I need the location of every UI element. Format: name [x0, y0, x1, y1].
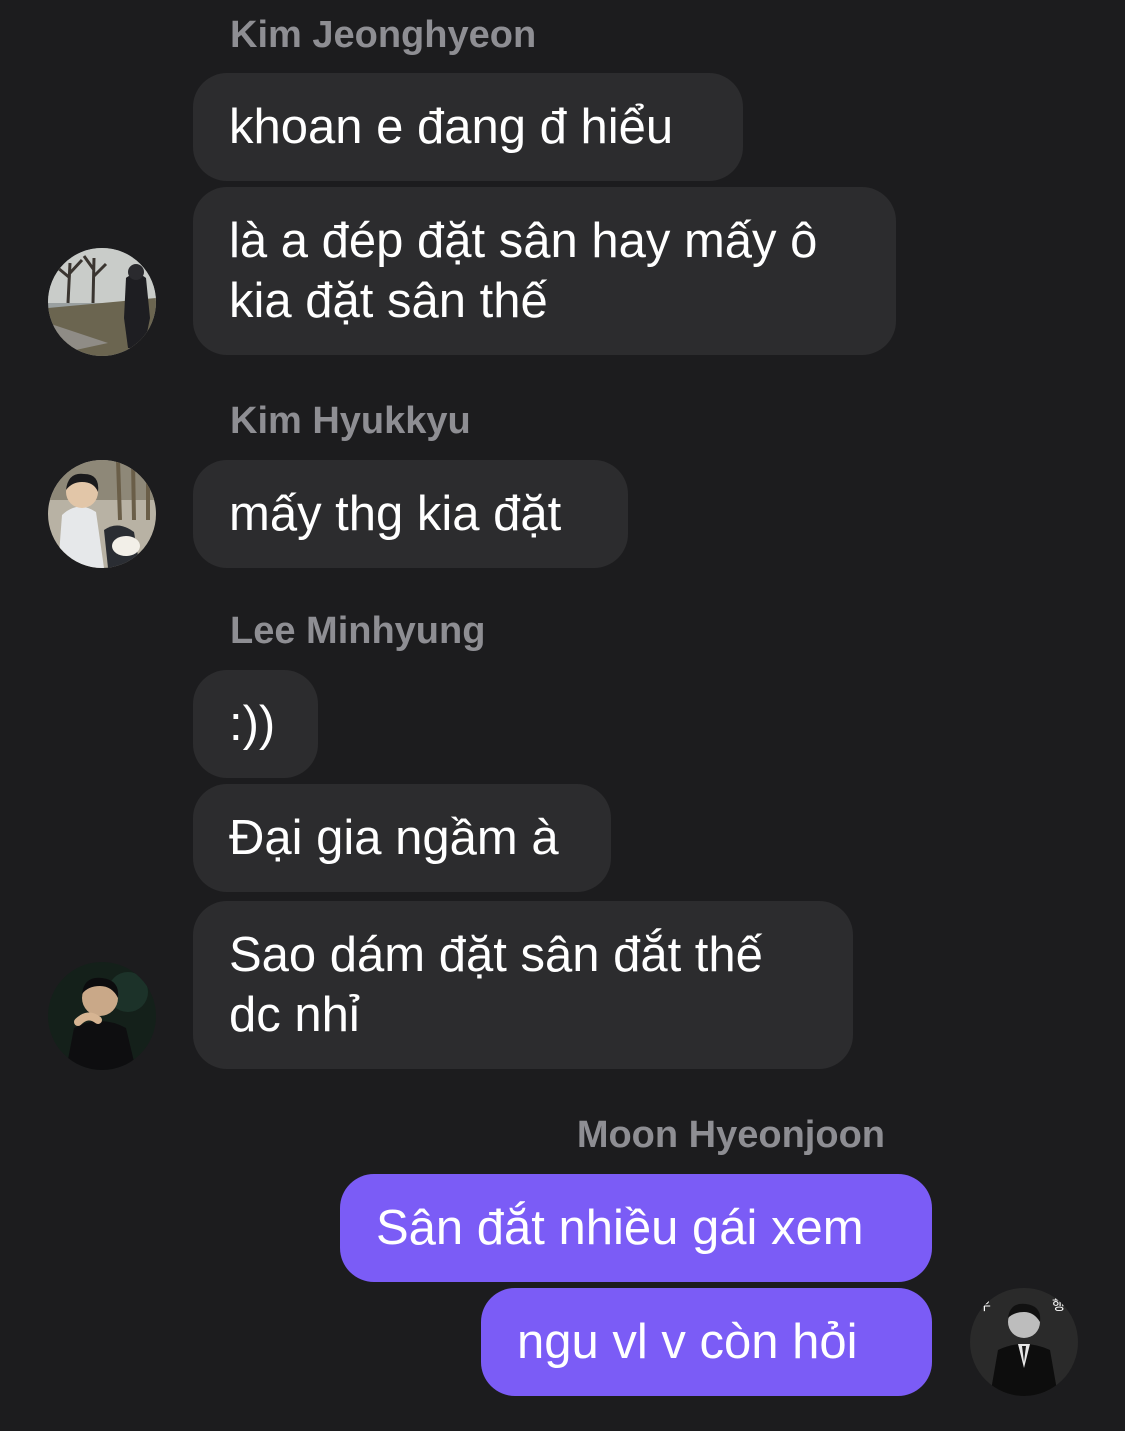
- photo-avatar-person-with-dog: [48, 460, 156, 568]
- photo-avatar-outdoor: [48, 248, 156, 356]
- photo-avatar-bw-suit: 우 행: [970, 1288, 1078, 1396]
- message-bubble-outgoing[interactable]: Sân đắt nhiều gái xem: [340, 1174, 932, 1282]
- photo-avatar-dark-portrait: [48, 962, 156, 1070]
- message-bubble[interactable]: Sao dám đặt sân đắt thế dc nhỉ: [193, 901, 853, 1069]
- sender-name: Kim Hyukkyu: [230, 400, 471, 442]
- svg-text:우: 우: [978, 1298, 991, 1314]
- sender-name: Moon Hyeonjoon: [576, 1114, 885, 1156]
- message-bubble[interactable]: khoan e đang đ hiểu: [193, 73, 743, 181]
- avatar[interactable]: [48, 460, 156, 568]
- sender-name: Kim Jeonghyeon: [230, 14, 537, 56]
- avatar[interactable]: 우 행: [970, 1288, 1078, 1396]
- avatar[interactable]: [48, 248, 156, 356]
- sender-name: Lee Minhyung: [230, 610, 486, 652]
- message-bubble[interactable]: là a đép đặt sân hay mấy ô kia đặt sân t…: [193, 187, 896, 355]
- message-bubble[interactable]: Đại gia ngầm à: [193, 784, 611, 892]
- svg-text:행: 행: [1052, 1298, 1065, 1314]
- message-bubble[interactable]: mấy thg kia đặt: [193, 460, 628, 568]
- message-bubble-outgoing[interactable]: ngu vl v còn hỏi: [481, 1288, 932, 1396]
- message-bubble[interactable]: :)): [193, 670, 318, 778]
- avatar[interactable]: [48, 962, 156, 1070]
